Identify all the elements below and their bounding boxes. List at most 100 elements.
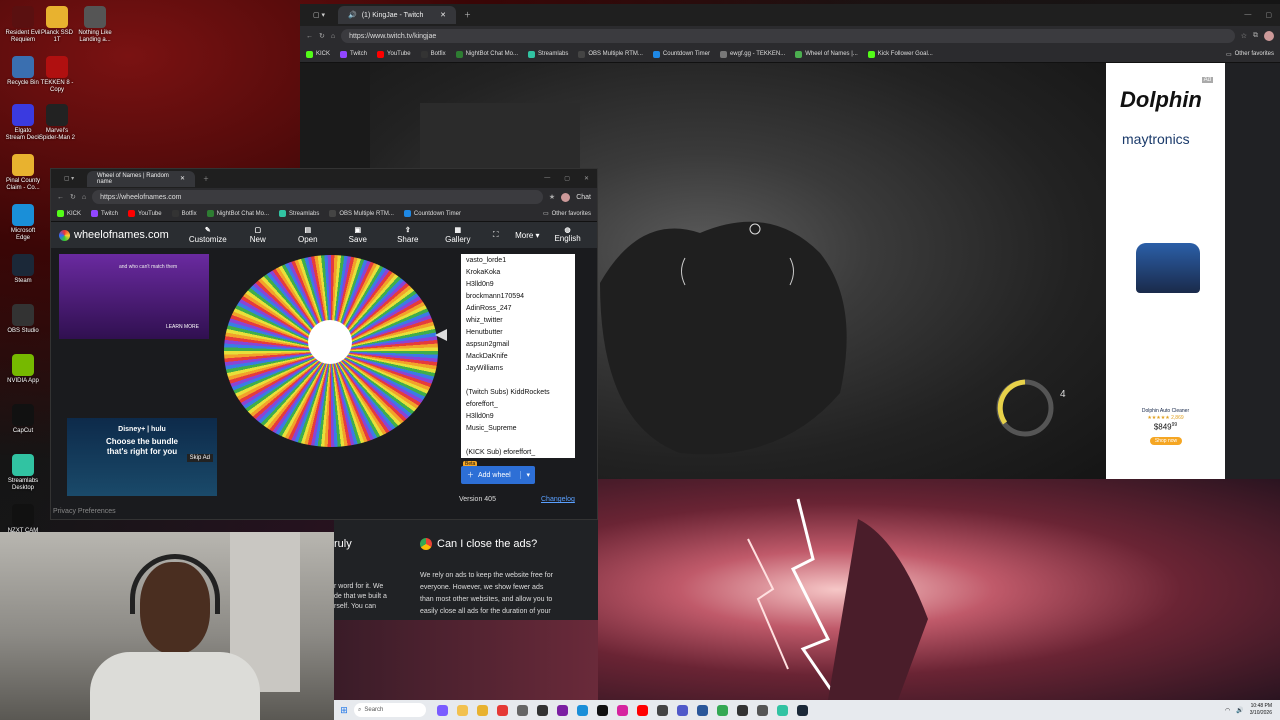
new-tab-icon[interactable]: ＋: [464, 10, 471, 20]
fullscreen-icon[interactable]: ⛶: [483, 230, 509, 240]
menu-gallery[interactable]: ▦ Gallery: [433, 227, 483, 244]
twitch-url-field[interactable]: https://www.twitch.tv/kingjae: [341, 29, 1235, 43]
new-tab-icon[interactable]: ＋: [203, 174, 209, 183]
obs-icon[interactable]: [734, 703, 750, 717]
desktop-icon[interactable]: Pinal County Claim - Co...: [4, 154, 42, 192]
entries-textarea[interactable]: vasto_lorde1 KrokaKoka H3lld0n9 brockmann17…: [461, 254, 575, 458]
streamlabs-icon[interactable]: [774, 703, 790, 717]
bookmark-item[interactable]: NightBot Chat Mo...: [206, 210, 269, 217]
more-menu[interactable]: More ▾: [508, 231, 546, 240]
favorite-star-icon[interactable]: ★: [549, 193, 555, 201]
bookmark-item[interactable]: KICK: [57, 210, 81, 217]
spin-wheel[interactable]: [224, 255, 438, 447]
youtube-icon[interactable]: [634, 703, 650, 717]
word-icon[interactable]: [694, 703, 710, 717]
menu-share[interactable]: ⇪ Share: [383, 227, 433, 244]
maximize-icon[interactable]: ▢: [564, 175, 570, 182]
refresh-icon[interactable]: ↻: [70, 193, 76, 201]
bookmark-item[interactable]: Botfix: [171, 210, 197, 217]
extensions-icon[interactable]: ⧉: [1253, 32, 1258, 40]
tab-wheel-of-names[interactable]: Wheel of Names | Random name ✕: [87, 170, 195, 187]
clock[interactable]: 10:48 PM 3/10/2026: [1250, 703, 1272, 717]
dropdown-chevron-icon[interactable]: ▾: [520, 471, 535, 479]
bookmark-item[interactable]: NightBot Chat Mo...: [455, 50, 518, 58]
back-icon[interactable]: ←: [306, 33, 313, 40]
minimize-icon[interactable]: —: [544, 175, 550, 182]
tab-twitch[interactable]: 🔊 (1) KingJae - Twitch ✕: [338, 6, 456, 24]
bookmark-item[interactable]: KICK: [306, 50, 330, 58]
skip-ad-button[interactable]: Skip Ad: [186, 454, 213, 462]
desktop-icon[interactable]: Elgato Stream Deck: [4, 104, 42, 142]
desktop-icon[interactable]: Steam: [4, 254, 42, 285]
terminal-icon[interactable]: [534, 703, 550, 717]
changelog-link[interactable]: Changelog: [541, 496, 575, 503]
close-tab-icon[interactable]: ✕: [180, 175, 185, 182]
back-icon[interactable]: ←: [57, 194, 64, 201]
close-window-icon[interactable]: ✕: [584, 175, 589, 182]
bookmark-item[interactable]: YouTube: [377, 50, 411, 58]
menu-customize[interactable]: ✎ Customize: [183, 227, 233, 244]
minimize-icon[interactable]: —: [1244, 11, 1251, 19]
teams-icon[interactable]: [674, 703, 690, 717]
bookmark-item[interactable]: YouTube: [128, 210, 162, 217]
home-icon[interactable]: ⌂: [331, 33, 335, 40]
desktop-icon[interactable]: TEKKEN 8 - Copy: [38, 56, 76, 94]
game-icon[interactable]: [754, 703, 770, 717]
taskbar-search-field[interactable]: ⌕ Search: [354, 703, 426, 717]
file-explorer-icon[interactable]: [454, 703, 470, 717]
refresh-icon[interactable]: ↻: [319, 32, 325, 40]
maximize-icon[interactable]: ▢: [1265, 11, 1272, 19]
acrobat-icon[interactable]: [494, 703, 510, 717]
privacy-preferences-link[interactable]: Privacy Preferences: [53, 508, 116, 515]
desktop-icon[interactable]: NVIDIA App: [4, 354, 42, 385]
calculator-icon[interactable]: [654, 703, 670, 717]
instagram-icon[interactable]: [614, 703, 630, 717]
desktop-icon[interactable]: Streamlabs Desktop: [4, 454, 42, 492]
tab-actions-icon[interactable]: ▢ ▾: [300, 11, 338, 19]
desktop-icon[interactable]: OBS Studio: [4, 304, 42, 335]
bookmark-item[interactable]: Twitch: [91, 210, 118, 217]
site-logo[interactable]: wheelofnames.com: [59, 229, 169, 241]
steam-icon[interactable]: [794, 703, 810, 717]
desktop-icon[interactable]: NZXT CAM: [4, 504, 42, 535]
folder-icon[interactable]: [474, 703, 490, 717]
dolphin-ad[interactable]: Ad Dolphin maytronics Dolphin Auto Clean…: [1106, 63, 1225, 479]
other-favorites-folder[interactable]: ▭ Other favorites: [543, 210, 591, 218]
favorite-star-icon[interactable]: ☆: [1241, 32, 1247, 40]
wifi-icon[interactable]: ◠: [1225, 707, 1230, 714]
copilot-icon[interactable]: [434, 703, 450, 717]
bookmark-item[interactable]: ewgf.gg - TEKKEN...: [719, 50, 785, 58]
start-button-icon[interactable]: ⊞: [336, 703, 352, 717]
desktop-icon[interactable]: Marvel's Spider-Man 2: [38, 104, 76, 142]
bookmark-item[interactable]: Twitch: [340, 50, 367, 58]
disney-bundle-ad[interactable]: Disney+ | hulu Choose the bundle that's …: [67, 418, 217, 496]
bookmark-item[interactable]: Countdown Timer: [403, 210, 461, 217]
learn-more-link[interactable]: LEARN MORE: [166, 324, 199, 330]
menu-save[interactable]: ▣ Save: [333, 227, 383, 244]
close-tab-icon[interactable]: ✕: [440, 11, 446, 19]
bookmark-item[interactable]: OBS Multiple RTM...: [329, 210, 394, 217]
shop-now-button[interactable]: Shop now: [1150, 437, 1182, 445]
settings-icon[interactable]: [514, 703, 530, 717]
bookmark-item[interactable]: Botfix: [420, 50, 446, 58]
bookmark-item[interactable]: Wheel of Names |...: [795, 50, 858, 58]
wheel-url-field[interactable]: https://wheelofnames.com: [92, 190, 543, 204]
menu-open[interactable]: ▤ Open: [283, 227, 333, 244]
nzxt-icon[interactable]: [554, 703, 570, 717]
desktop-icon[interactable]: CapCut: [4, 404, 42, 435]
menu-new[interactable]: ▢ New: [233, 227, 283, 244]
desktop-icon[interactable]: Nothing Like Landing a...: [76, 6, 114, 44]
home-icon[interactable]: ⌂: [82, 194, 86, 201]
desktop-icon[interactable]: Microsoft Edge: [4, 204, 42, 242]
other-favorites-folder[interactable]: ▭ Other favorites: [1226, 51, 1274, 58]
edge-icon[interactable]: [574, 703, 590, 717]
bookmark-item[interactable]: Streamlabs: [278, 210, 319, 217]
volume-icon[interactable]: 🔊: [1236, 707, 1243, 714]
bookmark-item[interactable]: Kick Follower Goal...: [867, 50, 933, 58]
desktop-icon[interactable]: Recycle Bin: [4, 56, 42, 87]
tab-actions-icon[interactable]: ▢ ▾: [51, 175, 87, 182]
bookmark-item[interactable]: Countdown Timer: [652, 50, 710, 58]
promo-video-ad[interactable]: and who can't match them LEARN MORE: [59, 254, 209, 339]
chat-button[interactable]: Chat: [576, 194, 591, 201]
language-select[interactable]: ◍ English: [546, 227, 589, 243]
